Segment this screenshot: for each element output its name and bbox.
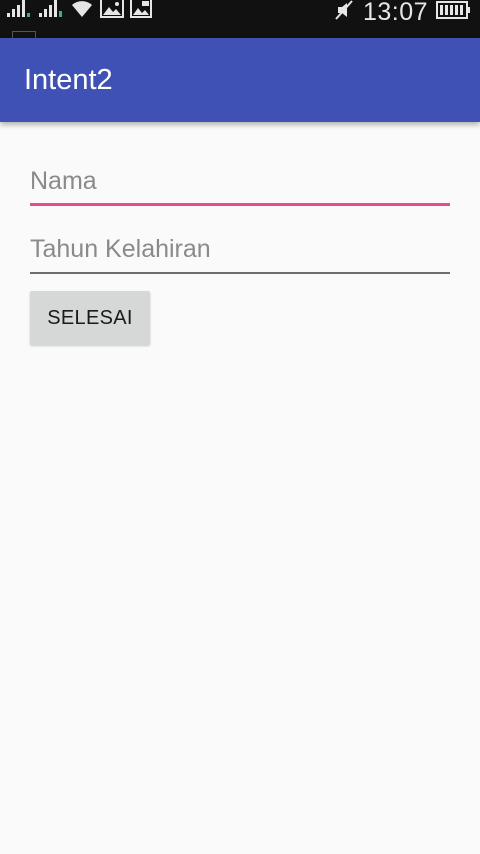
tahun-kelahiran-field[interactable] (30, 226, 450, 274)
main-content: SELESAI (0, 122, 480, 854)
nama-field[interactable] (30, 158, 450, 206)
selesai-button[interactable]: SELESAI (30, 291, 150, 345)
status-time: 13:07 (362, 0, 428, 26)
signal-icon (38, 0, 64, 24)
tahun-kelahiran-input[interactable] (30, 226, 450, 272)
battery-icon (436, 0, 472, 25)
mute-icon (333, 0, 355, 26)
nama-input[interactable] (30, 158, 450, 204)
status-bar: 13:07 (0, 0, 480, 38)
status-bar-right-icons: 13:07 (333, 0, 472, 26)
wifi-icon (70, 0, 94, 24)
gallery-icon (130, 0, 152, 24)
app-title: Intent2 (24, 64, 113, 96)
app-bar: Intent2 (0, 38, 480, 122)
nama-underline (30, 203, 450, 206)
status-bar-left-icons (6, 0, 152, 24)
signal-icon (6, 0, 32, 24)
image-icon (100, 0, 124, 24)
tahun-kelahiran-underline (30, 272, 450, 274)
